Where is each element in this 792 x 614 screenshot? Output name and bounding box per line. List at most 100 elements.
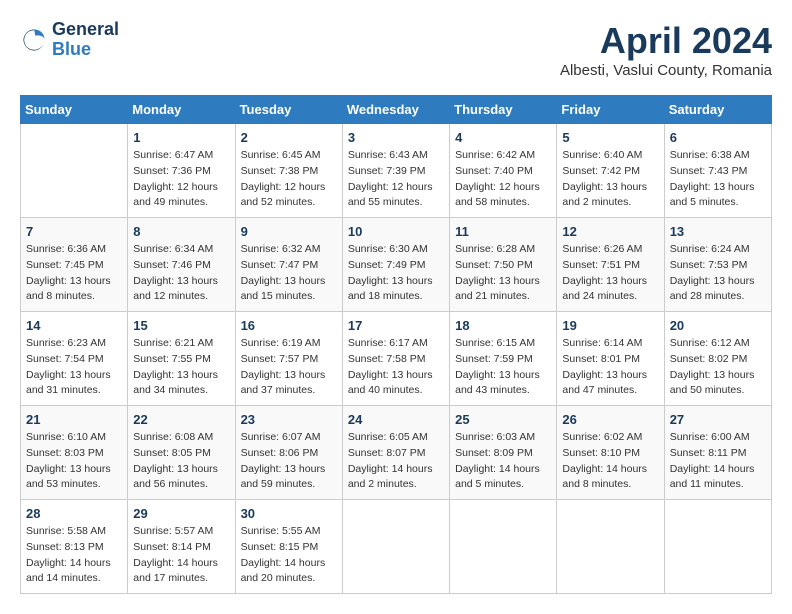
day-number: 18 [455,318,551,333]
day-info: Sunrise: 6:28 AM Sunset: 7:50 PM Dayligh… [455,242,551,305]
day-number: 2 [241,130,337,145]
day-number: 3 [348,130,444,145]
day-number: 17 [348,318,444,333]
day-number: 29 [133,506,229,521]
calendar-cell: 10 Sunrise: 6:30 AM Sunset: 7:49 PM Dayli… [342,218,449,312]
calendar-week-1: 1 Sunrise: 6:47 AM Sunset: 7:36 PM Daylig… [21,124,772,218]
day-number: 14 [26,318,122,333]
calendar-cell [21,124,128,218]
logo-icon [20,26,48,54]
logo-general-text: General [52,20,119,40]
calendar-cell: 7 Sunrise: 6:36 AM Sunset: 7:45 PM Daylig… [21,218,128,312]
calendar-cell: 4 Sunrise: 6:42 AM Sunset: 7:40 PM Daylig… [450,124,557,218]
day-info: Sunrise: 6:10 AM Sunset: 8:03 PM Dayligh… [26,430,122,493]
day-number: 30 [241,506,337,521]
calendar-body: 1 Sunrise: 6:47 AM Sunset: 7:36 PM Daylig… [21,124,772,594]
day-number: 4 [455,130,551,145]
day-info: Sunrise: 6:08 AM Sunset: 8:05 PM Dayligh… [133,430,229,493]
day-info: Sunrise: 6:34 AM Sunset: 7:46 PM Dayligh… [133,242,229,305]
day-info: Sunrise: 6:24 AM Sunset: 7:53 PM Dayligh… [670,242,766,305]
day-number: 22 [133,412,229,427]
calendar-cell: 6 Sunrise: 6:38 AM Sunset: 7:43 PM Daylig… [664,124,771,218]
day-info: Sunrise: 6:26 AM Sunset: 7:51 PM Dayligh… [562,242,658,305]
day-info: Sunrise: 6:40 AM Sunset: 7:42 PM Dayligh… [562,148,658,211]
logo: General Blue [20,20,119,60]
calendar-week-3: 14 Sunrise: 6:23 AM Sunset: 7:54 PM Dayli… [21,312,772,406]
day-info: Sunrise: 6:42 AM Sunset: 7:40 PM Dayligh… [455,148,551,211]
day-number: 11 [455,224,551,239]
calendar-week-2: 7 Sunrise: 6:36 AM Sunset: 7:45 PM Daylig… [21,218,772,312]
calendar-cell: 5Sunrise: 6:40 AM Sunset: 7:42 PM Daylig… [557,124,664,218]
calendar-cell: 18Sunrise: 6:15 AM Sunset: 7:59 PM Dayli… [450,312,557,406]
day-info: Sunrise: 6:21 AM Sunset: 7:55 PM Dayligh… [133,336,229,399]
day-number: 27 [670,412,766,427]
month-title: April 2024 [560,20,772,62]
calendar-cell: 12 Sunrise: 6:26 AM Sunset: 7:51 PM Dayli… [557,218,664,312]
column-header-thursday: Thursday [450,96,557,124]
day-number: 8 [133,224,229,239]
calendar-week-5: 28Sunrise: 5:58 AM Sunset: 8:13 PM Dayli… [21,500,772,594]
day-number: 25 [455,412,551,427]
calendar-cell: 15 Sunrise: 6:21 AM Sunset: 7:55 PM Dayli… [128,312,235,406]
calendar-cell [557,500,664,594]
day-number: 9 [241,224,337,239]
calendar-cell [342,500,449,594]
calendar-cell: 3 Sunrise: 6:43 AM Sunset: 7:39 PM Daylig… [342,124,449,218]
day-info: Sunrise: 6:23 AM Sunset: 7:54 PM Dayligh… [26,336,122,399]
logo-blue-text: Blue [52,40,119,60]
location-subtitle: Albesti, Vaslui County, Romania [560,62,772,79]
day-number: 24 [348,412,444,427]
calendar-cell: 21 Sunrise: 6:10 AM Sunset: 8:03 PM Dayli… [21,406,128,500]
day-info: Sunrise: 6:32 AM Sunset: 7:47 PM Dayligh… [241,242,337,305]
day-number: 12 [562,224,658,239]
day-number: 15 [133,318,229,333]
calendar-cell: 16Sunrise: 6:19 AM Sunset: 7:57 PM Dayli… [235,312,342,406]
day-info: Sunrise: 6:36 AM Sunset: 7:45 PM Dayligh… [26,242,122,305]
day-info: Sunrise: 6:12 AM Sunset: 8:02 PM Dayligh… [670,336,766,399]
column-header-sunday: Sunday [21,96,128,124]
day-info: Sunrise: 6:00 AM Sunset: 8:11 PM Dayligh… [670,430,766,493]
day-info: Sunrise: 6:38 AM Sunset: 7:43 PM Dayligh… [670,148,766,211]
calendar-cell: 24 Sunrise: 6:05 AM Sunset: 8:07 PM Dayli… [342,406,449,500]
logo-text: General Blue [52,20,119,60]
day-info: Sunrise: 6:43 AM Sunset: 7:39 PM Dayligh… [348,148,444,211]
calendar-cell [664,500,771,594]
day-info: Sunrise: 6:03 AM Sunset: 8:09 PM Dayligh… [455,430,551,493]
day-number: 7 [26,224,122,239]
calendar-cell: 23 Sunrise: 6:07 AM Sunset: 8:06 PM Dayli… [235,406,342,500]
day-number: 10 [348,224,444,239]
day-info: Sunrise: 5:55 AM Sunset: 8:15 PM Dayligh… [241,524,337,587]
day-info: Sunrise: 6:14 AM Sunset: 8:01 PM Dayligh… [562,336,658,399]
day-number: 21 [26,412,122,427]
calendar-cell [450,500,557,594]
day-number: 23 [241,412,337,427]
day-info: Sunrise: 6:47 AM Sunset: 7:36 PM Dayligh… [133,148,229,211]
calendar-cell: 2Sunrise: 6:45 AM Sunset: 7:38 PM Daylig… [235,124,342,218]
day-info: Sunrise: 6:05 AM Sunset: 8:07 PM Dayligh… [348,430,444,493]
calendar-cell: 28Sunrise: 5:58 AM Sunset: 8:13 PM Dayli… [21,500,128,594]
day-info: Sunrise: 5:57 AM Sunset: 8:14 PM Dayligh… [133,524,229,587]
calendar-cell: 22 Sunrise: 6:08 AM Sunset: 8:05 PM Dayli… [128,406,235,500]
calendar-cell: 1 Sunrise: 6:47 AM Sunset: 7:36 PM Daylig… [128,124,235,218]
calendar-header: SundayMondayTuesdayWednesdayThursdayFrid… [21,96,772,124]
calendar-cell: 20Sunrise: 6:12 AM Sunset: 8:02 PM Dayli… [664,312,771,406]
calendar-cell: 19 Sunrise: 6:14 AM Sunset: 8:01 PM Dayli… [557,312,664,406]
calendar-cell: 8 Sunrise: 6:34 AM Sunset: 7:46 PM Daylig… [128,218,235,312]
day-number: 1 [133,130,229,145]
calendar-cell: 30 Sunrise: 5:55 AM Sunset: 8:15 PM Dayli… [235,500,342,594]
day-number: 6 [670,130,766,145]
calendar-table: SundayMondayTuesdayWednesdayThursdayFrid… [20,95,772,594]
column-header-tuesday: Tuesday [235,96,342,124]
calendar-cell: 17 Sunrise: 6:17 AM Sunset: 7:58 PM Dayli… [342,312,449,406]
calendar-cell: 27 Sunrise: 6:00 AM Sunset: 8:11 PM Dayli… [664,406,771,500]
column-header-wednesday: Wednesday [342,96,449,124]
day-info: Sunrise: 6:07 AM Sunset: 8:06 PM Dayligh… [241,430,337,493]
day-number: 19 [562,318,658,333]
column-header-saturday: Saturday [664,96,771,124]
day-info: Sunrise: 6:30 AM Sunset: 7:49 PM Dayligh… [348,242,444,305]
page-header: General Blue April 2024 Albesti, Vaslui … [20,20,772,79]
calendar-cell: 29 Sunrise: 5:57 AM Sunset: 8:14 PM Dayli… [128,500,235,594]
title-block: April 2024 Albesti, Vaslui County, Roman… [560,20,772,79]
calendar-cell: 11 Sunrise: 6:28 AM Sunset: 7:50 PM Dayli… [450,218,557,312]
day-info: Sunrise: 6:17 AM Sunset: 7:58 PM Dayligh… [348,336,444,399]
